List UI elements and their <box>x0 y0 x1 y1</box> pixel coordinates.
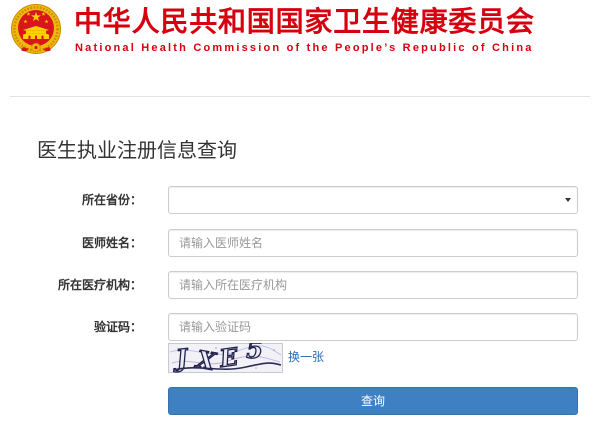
national-emblem-icon <box>11 4 61 54</box>
header-title-english: National Health Commission of the People… <box>75 42 534 54</box>
institution-label: 所在医疗机构： <box>57 278 142 292</box>
captcha-noise-dot <box>255 367 257 369</box>
captcha-label: 验证码： <box>93 320 142 334</box>
query-button[interactable]: 查询 <box>168 387 578 415</box>
institution-input[interactable] <box>168 271 578 299</box>
province-label: 所在省份： <box>81 193 142 207</box>
site-header-banner[interactable]: 中华人民共和国国家卫生健康委员会 National Health Commiss… <box>0 0 600 62</box>
emblem-gear-center <box>34 45 38 50</box>
doctor-name-label: 医师姓名： <box>81 236 142 250</box>
header-divider <box>10 96 590 97</box>
page-title: 医生执业注册信息查询 <box>37 140 237 162</box>
captcha-noise-dot <box>273 349 275 351</box>
captcha-input[interactable] <box>168 313 578 341</box>
caret-down-icon <box>565 198 571 202</box>
doctor-name-input[interactable] <box>168 229 578 257</box>
header-title-chinese: 中华人民共和国国家卫生健康委员会 <box>74 5 535 38</box>
captcha-image[interactable]: JXE5 <box>168 343 283 373</box>
captcha-refresh-link[interactable]: 换一张 <box>288 349 324 365</box>
province-select[interactable] <box>168 186 578 214</box>
